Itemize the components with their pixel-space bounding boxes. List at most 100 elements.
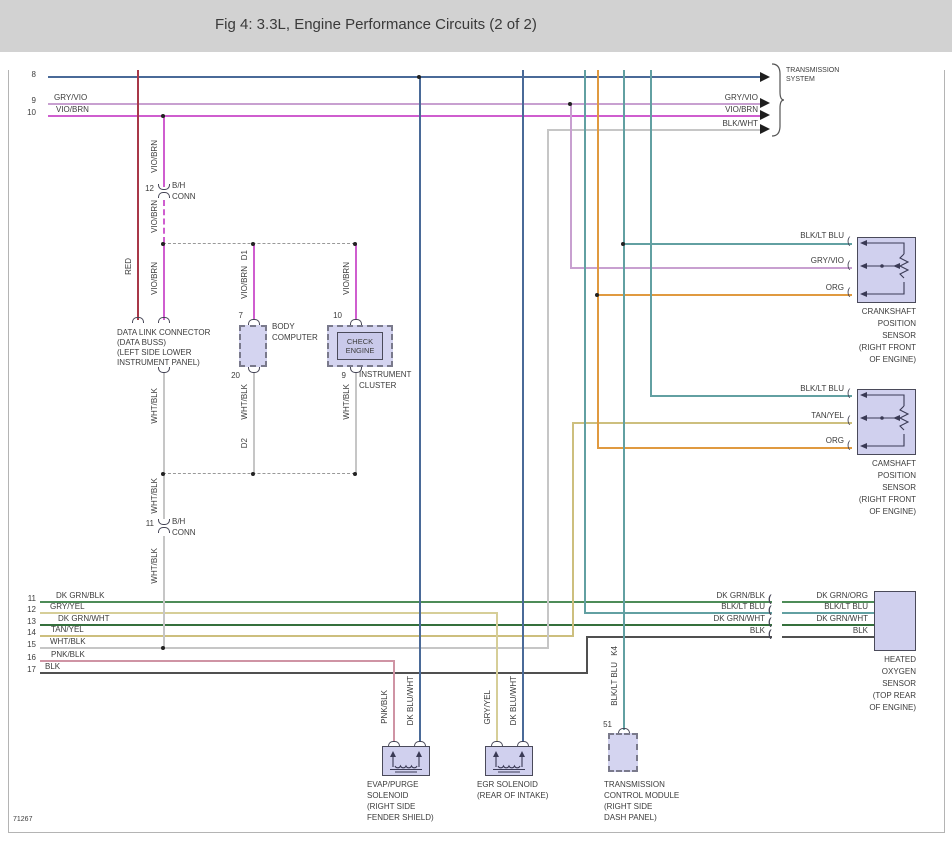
wire-row9-gry-vio (48, 103, 762, 105)
wire-label: DK BLU/WHT (509, 676, 518, 726)
row-number: 8 (31, 70, 36, 79)
wire-vio-brn-v3 (253, 243, 255, 319)
brace-icon (770, 62, 786, 138)
wire-org-vertical (597, 70, 599, 449)
junction-dot (417, 75, 421, 79)
body-computer-box (239, 325, 267, 367)
wire-cam-blk-lt-blu (650, 395, 852, 397)
conn-pin: 9 (341, 371, 346, 380)
row-number: 11 (27, 594, 36, 603)
bh-conn-icon (158, 192, 170, 198)
wire-label: ORG (825, 436, 844, 445)
wire-label: GRY/VIO (54, 93, 88, 102)
wire-red-vertical (137, 70, 139, 320)
wire-blk-lt-blu-v2 (623, 70, 625, 730)
wire-label: VIO/BRN (725, 105, 758, 114)
wire-blk-lt-blu-v1 (584, 70, 586, 614)
wire-label: BLK (45, 662, 61, 671)
wire-label: GRY/YEL (483, 690, 492, 725)
wire-row15-wht-blk (40, 647, 547, 649)
wire-blk-lt-blu-v3 (650, 70, 652, 397)
bh-conn-icon (158, 527, 170, 533)
inline-connector-icon: (( (768, 594, 771, 605)
solenoid-coil-icon (493, 751, 525, 773)
wire-vio-brn-v1 (163, 115, 165, 187)
wire-label: DK GRN/WHT (816, 614, 868, 623)
wire-label: DK GRN/ORG (816, 591, 868, 600)
wire-label: VIO/BRN (150, 262, 159, 295)
wire-label: RED (124, 258, 133, 275)
egr-solenoid-label: EGR SOLENOID (REAR OF INTAKE) (477, 780, 549, 800)
wire-wht-blk-v2 (253, 372, 255, 473)
wire-label: D1 (240, 250, 249, 261)
wire-gry-vio-vertical (570, 103, 572, 269)
wire-row8-dk-blu-wht (48, 76, 762, 78)
camshaft-sensor-label: CAMSHAFT POSITION SENSOR (RIGHT FRONT OF… (858, 459, 916, 516)
junction-dot (595, 293, 599, 297)
solenoid-coil-icon (390, 751, 422, 773)
junction-dot (161, 242, 165, 246)
wire-row11-dk-grn-blk (40, 601, 772, 603)
connector-arc-icon (132, 317, 144, 323)
junction-dot (161, 114, 165, 118)
oxygen-sensor-label: HEATED OXYGEN SENSOR (TOP REAR OF ENGINE… (869, 655, 916, 712)
wire-row10-vio-brn (48, 115, 762, 117)
connector-arc-icon (248, 367, 260, 373)
row-number: 14 (27, 628, 36, 637)
bus-dashed-lower (163, 473, 355, 474)
wire-o2-blk-right (782, 636, 874, 638)
inline-connector-icon: (( (768, 629, 771, 640)
wire-label: K4 (610, 646, 619, 656)
wire-label: BLK/LT BLU (800, 384, 844, 393)
wire-label: DK BLU/WHT (406, 676, 415, 726)
wire-label: VIO/BRN (342, 262, 351, 295)
egr-solenoid-box (485, 746, 533, 776)
wire-label: GRY/VIO (724, 93, 758, 102)
wire-label: ORG (825, 283, 844, 292)
inline-connector-icon: (( (768, 605, 771, 616)
crankshaft-sensor-label: CRANKSHAFT POSITION SENSOR (RIGHT FRONT … (858, 307, 916, 364)
conn-pin: 20 (231, 371, 240, 380)
wire-label: BLK/LT BLU (800, 231, 844, 240)
frame-left (8, 70, 9, 833)
wire-label: VIO/BRN (240, 266, 249, 299)
conn-pin: 7 (238, 311, 243, 320)
wire-label: PNK/BLK (51, 650, 85, 659)
bh-conn-label: B/H CONN (172, 181, 196, 201)
wire-crank-gry-vio (570, 267, 852, 269)
conn-pin: 12 (145, 184, 154, 193)
wire-blk-wht-vertical (547, 129, 549, 649)
row-number: 16 (27, 653, 36, 662)
camshaft-sensor-box (857, 389, 916, 455)
wire-tan-yel-vertical (572, 422, 574, 637)
row-number: 17 (27, 665, 36, 674)
check-engine-lamp: CHECK ENGINE (337, 332, 383, 360)
sensor-internals-icon (860, 392, 910, 449)
wire-label: DK GRN/WHT (713, 614, 765, 623)
wire-label: WHT/BLK (240, 384, 249, 420)
bh-conn-icon (158, 184, 170, 190)
wire-label: PNK/BLK (380, 690, 389, 724)
wire-label: VIO/BRN (56, 105, 89, 114)
wire-crank-blk-lt-blu (623, 243, 852, 245)
wire-dk-blu-wht-v2 (522, 70, 524, 741)
wire-label: GRY/YEL (50, 602, 85, 611)
wire-crank-org (597, 294, 852, 296)
junction-dot (251, 242, 255, 246)
wire-label: TAN/YEL (51, 625, 84, 634)
bus-dashed-upper (163, 243, 355, 244)
tcm-box (608, 733, 638, 772)
wire-blk-vertical (586, 636, 588, 674)
evap-solenoid-box (382, 746, 430, 776)
body-computer-label: BODY COMPUTER (272, 322, 318, 342)
figure-code: 71267 (13, 816, 33, 823)
wire-label: BLK/WHT (722, 119, 758, 128)
oxygen-sensor-box (874, 591, 916, 651)
wire-label: TAN/YEL (811, 411, 844, 420)
arrow-right-icon (760, 98, 770, 108)
junction-dot (568, 102, 572, 106)
wire-gry-yel-vertical (496, 612, 498, 741)
wire-label: WHT/BLK (150, 548, 159, 584)
connector-arc-icon (158, 317, 170, 323)
sensor-internals-icon (860, 240, 910, 297)
